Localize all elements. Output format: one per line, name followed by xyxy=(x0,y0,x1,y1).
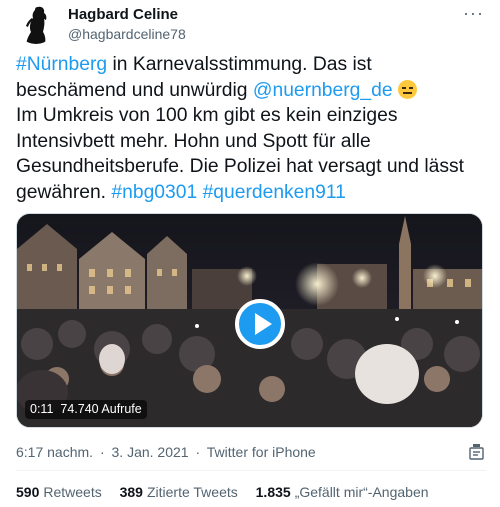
hashtag-link[interactable]: #Nürnberg xyxy=(16,54,107,75)
video-duration: 0:11 xyxy=(30,402,54,416)
quotes-stat[interactable]: 389 Zitierte Tweets xyxy=(120,484,238,500)
divider xyxy=(16,470,486,471)
share-icon[interactable] xyxy=(469,443,484,460)
retweets-count: 590 xyxy=(16,484,40,500)
expressionless-face-icon xyxy=(397,79,417,99)
tweet-source[interactable]: Twitter for iPhone xyxy=(207,444,316,460)
tweet-text: #Nürnberg in Karnevalsstimmung. Das ist … xyxy=(16,52,486,205)
avatar[interactable] xyxy=(16,4,56,44)
hooded-figure-icon xyxy=(26,6,47,44)
display-name[interactable]: Hagbard Celine xyxy=(68,6,186,24)
tweet-date[interactable]: 3. Jan. 2021 xyxy=(112,444,189,460)
video-info-badge: 0:11 74.740 Aufrufe xyxy=(25,400,147,419)
tweet-time[interactable]: 6:17 nachm. xyxy=(16,444,93,460)
tweet-meta: 6:17 nachm. · 3. Jan. 2021 · Twitter for… xyxy=(16,444,319,460)
play-icon[interactable] xyxy=(235,299,285,349)
retweets-stat[interactable]: 590 Retweets xyxy=(16,484,102,500)
hashtag-link[interactable]: #querdenken911 xyxy=(203,182,346,203)
handle[interactable]: @hagbardceline78 xyxy=(68,25,186,43)
video-views: 74.740 Aufrufe xyxy=(60,402,142,416)
video-player[interactable]: 0:11 74.740 Aufrufe xyxy=(16,213,483,428)
more-options-button[interactable]: ··· xyxy=(463,3,484,23)
meta-separator: · xyxy=(99,444,105,460)
meta-separator: · xyxy=(195,444,201,460)
author-block[interactable]: Hagbard Celine @hagbardceline78 xyxy=(68,6,186,43)
mention-link[interactable]: @nuernberg_de xyxy=(253,80,393,101)
retweets-label: Retweets xyxy=(43,484,102,500)
ellipsis-icon: ··· xyxy=(463,3,484,23)
tweet: Hagbard Celine @hagbardceline78 ··· #Nür… xyxy=(0,0,500,507)
quotes-count: 389 xyxy=(119,484,143,500)
quotes-label: Zitierte Tweets xyxy=(146,484,238,500)
likes-count: 1.835 xyxy=(255,484,291,500)
likes-stat[interactable]: 1.835 „Gefällt mir“-Angaben xyxy=(256,484,429,500)
tweet-stats: 590 Retweets 389 Zitierte Tweets 1.835 „Gef… xyxy=(16,484,443,500)
hashtag-link[interactable]: #nbg0301 xyxy=(111,182,197,203)
likes-label: „Gefällt mir“-Angaben xyxy=(294,484,429,500)
